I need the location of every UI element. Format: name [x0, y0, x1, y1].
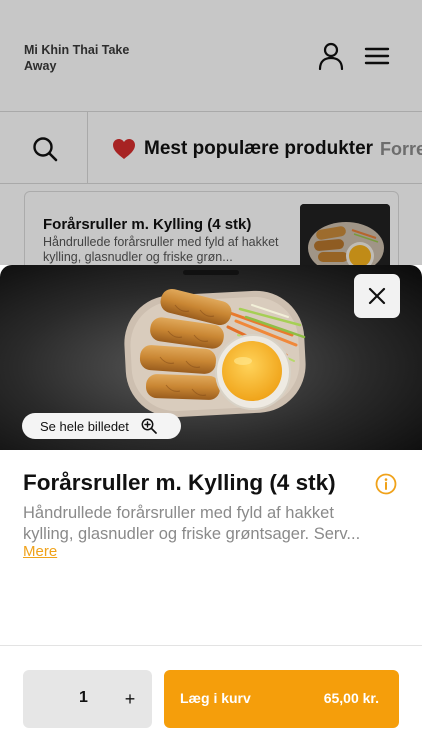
increment-button[interactable]: +	[118, 684, 142, 714]
close-button[interactable]	[354, 274, 400, 318]
info-icon[interactable]	[375, 473, 397, 495]
drag-handle[interactable]	[183, 270, 239, 275]
more-link[interactable]: Mere	[23, 543, 57, 560]
product-sheet: Se hele billedet Forårsruller m. Kylling…	[0, 265, 422, 750]
quantity-stepper: 1 +	[23, 670, 152, 728]
product-description: Håndrullede forårsruller med fyld af hak…	[23, 503, 403, 545]
see-full-image-label: Se hele billedet	[40, 418, 129, 434]
quantity-value: 1	[79, 689, 88, 706]
dim-overlay[interactable]	[0, 0, 422, 265]
see-full-image-button[interactable]: Se hele billedet	[22, 413, 181, 439]
price-label: 65,00 kr.	[323, 690, 379, 706]
product-image: Se hele billedet	[0, 265, 422, 450]
add-to-cart-label: Læg i kurv	[180, 690, 251, 706]
product-title: Forårsruller m. Kylling (4 stk)	[23, 470, 336, 495]
zoom-in-icon	[141, 418, 157, 434]
close-icon	[368, 287, 386, 305]
product-description-line: Håndrullede forårsruller med fyld af hak…	[23, 504, 334, 522]
add-to-cart-button[interactable]: Læg i kurv 65,00 kr.	[164, 670, 399, 728]
product-description-line: kylling, glasnudler og friske grøntsager…	[23, 525, 361, 543]
sheet-footer: 1 + Læg i kurv 65,00 kr.	[0, 645, 422, 750]
